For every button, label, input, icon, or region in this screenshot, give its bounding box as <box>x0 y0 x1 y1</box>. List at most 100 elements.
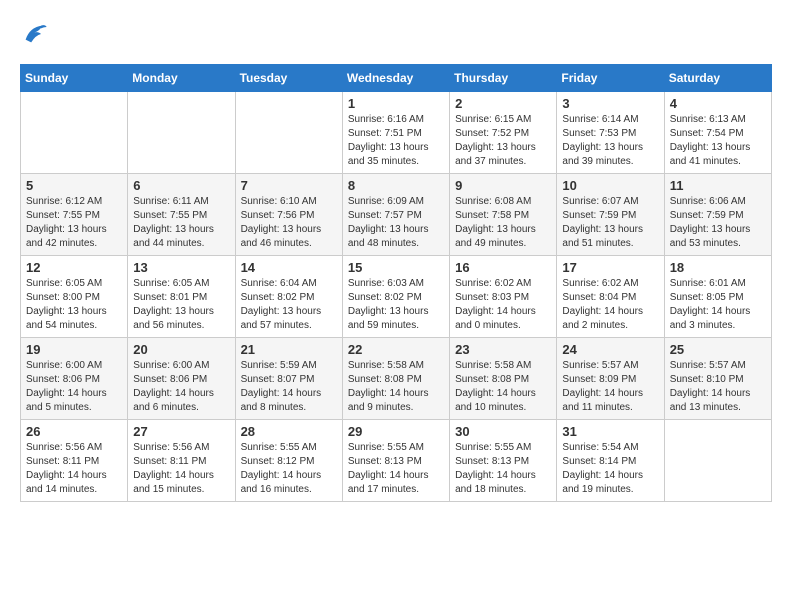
day-number: 18 <box>670 260 766 275</box>
day-number: 15 <box>348 260 444 275</box>
calendar-cell: 15 Sunrise: 6:03 AM Sunset: 8:02 PM Dayli… <box>342 256 449 338</box>
calendar-cell: 4 Sunrise: 6:13 AM Sunset: 7:54 PM Daylig… <box>664 92 771 174</box>
day-number: 12 <box>26 260 122 275</box>
calendar-cell: 6 Sunrise: 6:11 AM Sunset: 7:55 PM Daylig… <box>128 174 235 256</box>
day-info: Sunrise: 6:05 AM Sunset: 8:00 PM Dayligh… <box>26 277 122 333</box>
day-info: Sunrise: 5:57 AM Sunset: 8:10 PM Dayligh… <box>670 359 766 415</box>
logo-bird-icon <box>20 20 48 48</box>
calendar-cell: 30 Sunrise: 5:55 AM Sunset: 8:13 PM Dayli… <box>450 420 557 502</box>
day-number: 19 <box>26 342 122 357</box>
day-info: Sunrise: 6:06 AM Sunset: 7:59 PM Dayligh… <box>670 195 766 251</box>
calendar-cell: 31 Sunrise: 5:54 AM Sunset: 8:14 PM Dayli… <box>557 420 664 502</box>
day-number: 31 <box>562 424 658 439</box>
day-number: 13 <box>133 260 229 275</box>
day-info: Sunrise: 5:59 AM Sunset: 8:07 PM Dayligh… <box>241 359 337 415</box>
calendar-cell: 26Sunrise: 5:56 AM Sunset: 8:11 PM Dayli… <box>21 420 128 502</box>
calendar-cell: 19 Sunrise: 6:00 AM Sunset: 8:06 PM Dayli… <box>21 338 128 420</box>
day-info: Sunrise: 6:02 AM Sunset: 8:03 PM Dayligh… <box>455 277 551 333</box>
weekday-header: Sunday <box>21 65 128 92</box>
day-info: Sunrise: 5:58 AM Sunset: 8:08 PM Dayligh… <box>455 359 551 415</box>
day-number: 23 <box>455 342 551 357</box>
weekday-header-row: SundayMondayTuesdayWednesdayThursdayFrid… <box>21 65 772 92</box>
day-info: Sunrise: 6:13 AM Sunset: 7:54 PM Dayligh… <box>670 113 766 169</box>
day-info: Sunrise: 6:00 AM Sunset: 8:06 PM Dayligh… <box>133 359 229 415</box>
day-info: Sunrise: 6:09 AM Sunset: 7:57 PM Dayligh… <box>348 195 444 251</box>
day-number: 2 <box>455 96 551 111</box>
calendar-cell: 24Sunrise: 5:57 AM Sunset: 8:09 PM Dayli… <box>557 338 664 420</box>
calendar-cell: 22 Sunrise: 5:58 AM Sunset: 8:08 PM Dayli… <box>342 338 449 420</box>
day-info: Sunrise: 5:55 AM Sunset: 8:13 PM Dayligh… <box>348 441 444 497</box>
day-info: Sunrise: 6:14 AM Sunset: 7:53 PM Dayligh… <box>562 113 658 169</box>
calendar-cell <box>664 420 771 502</box>
day-number: 16 <box>455 260 551 275</box>
day-number: 22 <box>348 342 444 357</box>
day-number: 9 <box>455 178 551 193</box>
calendar-week-row: 19 Sunrise: 6:00 AM Sunset: 8:06 PM Dayli… <box>21 338 772 420</box>
calendar-cell: 8 Sunrise: 6:09 AM Sunset: 7:57 PM Daylig… <box>342 174 449 256</box>
calendar-cell: 13 Sunrise: 6:05 AM Sunset: 8:01 PM Dayli… <box>128 256 235 338</box>
weekday-header: Thursday <box>450 65 557 92</box>
calendar-cell <box>235 92 342 174</box>
calendar-cell: 25 Sunrise: 5:57 AM Sunset: 8:10 PM Dayli… <box>664 338 771 420</box>
day-info: Sunrise: 5:56 AM Sunset: 8:11 PM Dayligh… <box>26 441 122 497</box>
calendar-cell: 21 Sunrise: 5:59 AM Sunset: 8:07 PM Dayli… <box>235 338 342 420</box>
day-info: Sunrise: 6:00 AM Sunset: 8:06 PM Dayligh… <box>26 359 122 415</box>
calendar-cell: 27 Sunrise: 5:56 AM Sunset: 8:11 PM Dayli… <box>128 420 235 502</box>
calendar-cell: 9Sunrise: 6:08 AM Sunset: 7:58 PM Daylig… <box>450 174 557 256</box>
day-number: 30 <box>455 424 551 439</box>
calendar-body: 1Sunrise: 6:16 AM Sunset: 7:51 PM Daylig… <box>21 92 772 502</box>
day-info: Sunrise: 6:05 AM Sunset: 8:01 PM Dayligh… <box>133 277 229 333</box>
calendar-week-row: 1Sunrise: 6:16 AM Sunset: 7:51 PM Daylig… <box>21 92 772 174</box>
calendar-cell: 28 Sunrise: 5:55 AM Sunset: 8:12 PM Dayli… <box>235 420 342 502</box>
calendar-cell: 29Sunrise: 5:55 AM Sunset: 8:13 PM Dayli… <box>342 420 449 502</box>
day-number: 28 <box>241 424 337 439</box>
calendar-cell: 14Sunrise: 6:04 AM Sunset: 8:02 PM Dayli… <box>235 256 342 338</box>
day-info: Sunrise: 5:58 AM Sunset: 8:08 PM Dayligh… <box>348 359 444 415</box>
day-number: 5 <box>26 178 122 193</box>
day-info: Sunrise: 6:02 AM Sunset: 8:04 PM Dayligh… <box>562 277 658 333</box>
calendar-week-row: 26Sunrise: 5:56 AM Sunset: 8:11 PM Dayli… <box>21 420 772 502</box>
calendar-week-row: 5 Sunrise: 6:12 AM Sunset: 7:55 PM Daylig… <box>21 174 772 256</box>
weekday-header: Friday <box>557 65 664 92</box>
day-info: Sunrise: 5:55 AM Sunset: 8:12 PM Dayligh… <box>241 441 337 497</box>
calendar-cell: 1Sunrise: 6:16 AM Sunset: 7:51 PM Daylig… <box>342 92 449 174</box>
day-number: 27 <box>133 424 229 439</box>
day-info: Sunrise: 5:57 AM Sunset: 8:09 PM Dayligh… <box>562 359 658 415</box>
calendar-cell: 2Sunrise: 6:15 AM Sunset: 7:52 PM Daylig… <box>450 92 557 174</box>
day-number: 21 <box>241 342 337 357</box>
day-info: Sunrise: 6:11 AM Sunset: 7:55 PM Dayligh… <box>133 195 229 251</box>
day-info: Sunrise: 6:07 AM Sunset: 7:59 PM Dayligh… <box>562 195 658 251</box>
calendar-cell: 17 Sunrise: 6:02 AM Sunset: 8:04 PM Dayli… <box>557 256 664 338</box>
calendar-cell: 10 Sunrise: 6:07 AM Sunset: 7:59 PM Dayli… <box>557 174 664 256</box>
day-number: 17 <box>562 260 658 275</box>
calendar-table: SundayMondayTuesdayWednesdayThursdayFrid… <box>20 64 772 502</box>
calendar-cell <box>128 92 235 174</box>
day-number: 10 <box>562 178 658 193</box>
day-info: Sunrise: 6:12 AM Sunset: 7:55 PM Dayligh… <box>26 195 122 251</box>
calendar-cell: 11 Sunrise: 6:06 AM Sunset: 7:59 PM Dayli… <box>664 174 771 256</box>
weekday-header: Tuesday <box>235 65 342 92</box>
calendar-cell: 7 Sunrise: 6:10 AM Sunset: 7:56 PM Daylig… <box>235 174 342 256</box>
calendar-header: SundayMondayTuesdayWednesdayThursdayFrid… <box>21 65 772 92</box>
day-info: Sunrise: 6:10 AM Sunset: 7:56 PM Dayligh… <box>241 195 337 251</box>
day-number: 4 <box>670 96 766 111</box>
day-number: 6 <box>133 178 229 193</box>
calendar-cell: 16 Sunrise: 6:02 AM Sunset: 8:03 PM Dayli… <box>450 256 557 338</box>
day-info: Sunrise: 6:04 AM Sunset: 8:02 PM Dayligh… <box>241 277 337 333</box>
weekday-header: Saturday <box>664 65 771 92</box>
day-info: Sunrise: 5:55 AM Sunset: 8:13 PM Dayligh… <box>455 441 551 497</box>
calendar-week-row: 12 Sunrise: 6:05 AM Sunset: 8:00 PM Dayli… <box>21 256 772 338</box>
day-info: Sunrise: 6:03 AM Sunset: 8:02 PM Dayligh… <box>348 277 444 333</box>
day-info: Sunrise: 5:54 AM Sunset: 8:14 PM Dayligh… <box>562 441 658 497</box>
calendar-cell: 23 Sunrise: 5:58 AM Sunset: 8:08 PM Dayli… <box>450 338 557 420</box>
calendar-cell: 3Sunrise: 6:14 AM Sunset: 7:53 PM Daylig… <box>557 92 664 174</box>
day-info: Sunrise: 5:56 AM Sunset: 8:11 PM Dayligh… <box>133 441 229 497</box>
calendar-cell <box>21 92 128 174</box>
day-number: 7 <box>241 178 337 193</box>
day-number: 11 <box>670 178 766 193</box>
day-number: 25 <box>670 342 766 357</box>
weekday-header: Monday <box>128 65 235 92</box>
calendar-cell: 12 Sunrise: 6:05 AM Sunset: 8:00 PM Dayli… <box>21 256 128 338</box>
day-number: 8 <box>348 178 444 193</box>
calendar-cell: 18Sunrise: 6:01 AM Sunset: 8:05 PM Dayli… <box>664 256 771 338</box>
